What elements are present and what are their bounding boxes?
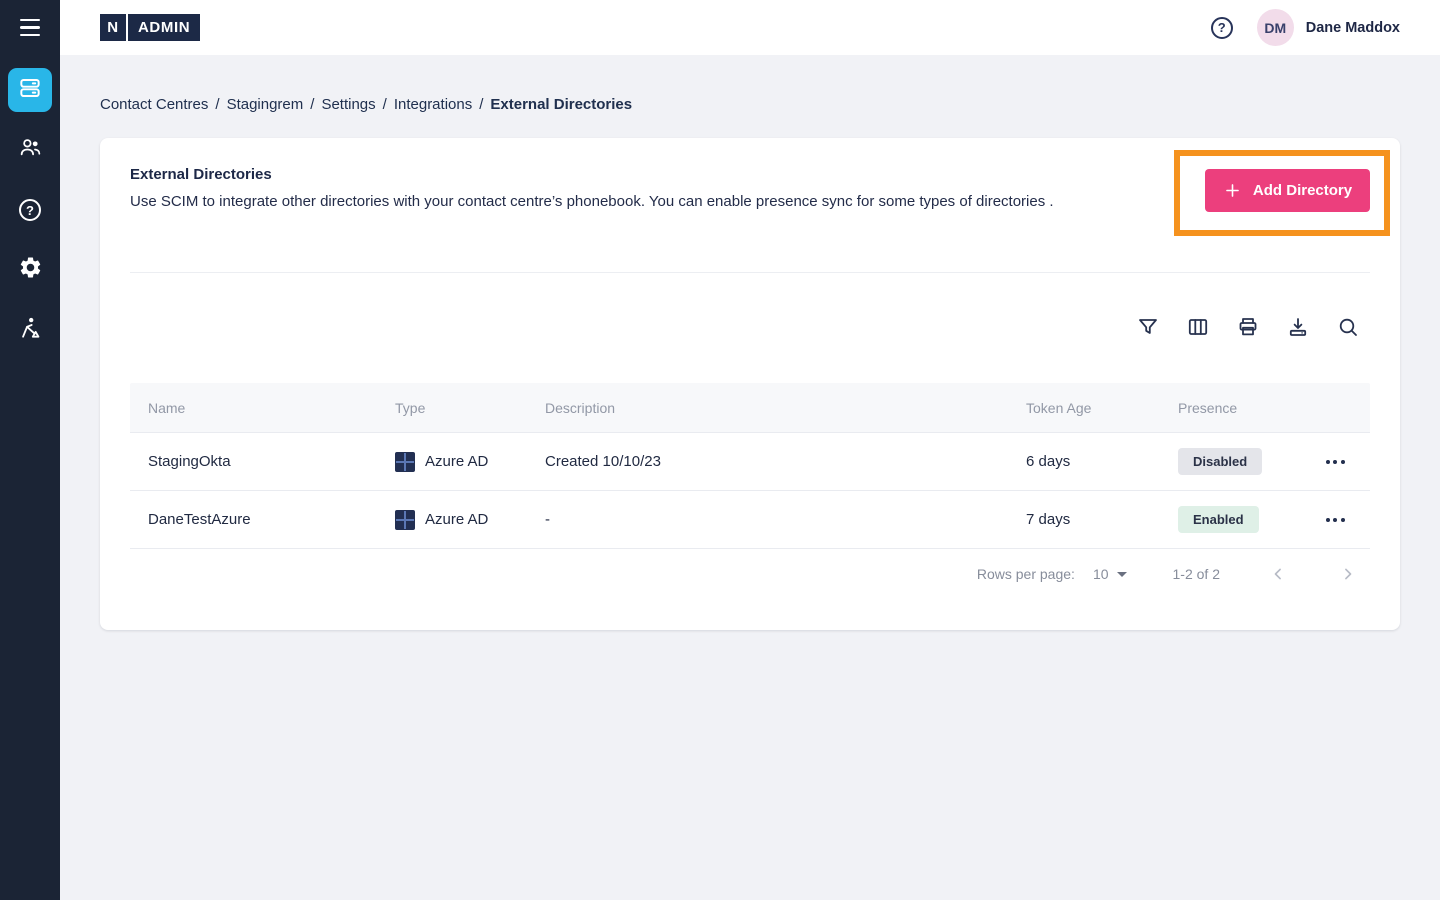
logo-n: N — [100, 14, 128, 41]
column-header-token-age: Token Age — [1026, 400, 1178, 416]
next-page-icon[interactable] — [1336, 562, 1360, 586]
user-name: Dane Maddox — [1306, 20, 1400, 36]
row-actions-icon[interactable] — [1300, 460, 1370, 464]
row-actions-icon[interactable] — [1300, 518, 1370, 522]
breadcrumb-contact-centres[interactable]: Contact Centres — [100, 96, 208, 113]
breadcrumb: Contact Centres / Stagingrem / Settings … — [100, 96, 632, 113]
cell-type: Azure AD — [425, 511, 488, 528]
presence-badge: Disabled — [1178, 448, 1262, 475]
roadworks-icon — [17, 315, 43, 346]
search-icon[interactable] — [1336, 315, 1360, 339]
topbar: N ADMIN ? DM Dane Maddox — [60, 0, 1440, 55]
print-icon[interactable] — [1236, 315, 1260, 339]
cell-name: DaneTestAzure — [148, 511, 395, 528]
filter-icon[interactable] — [1136, 315, 1160, 339]
breadcrumb-current: External Directories — [490, 96, 632, 113]
download-icon[interactable] — [1286, 315, 1310, 339]
settings-gear-icon — [18, 255, 43, 285]
breadcrumb-separator: / — [383, 96, 387, 113]
page-title: External Directories — [130, 166, 272, 183]
rows-per-page-value: 10 — [1093, 566, 1109, 582]
divider — [130, 272, 1370, 273]
sidebar-item-roadworks[interactable] — [8, 308, 52, 352]
users-icon — [18, 135, 43, 165]
cell-name: StagingOkta — [148, 453, 395, 470]
add-directory-button[interactable]: Add Directory — [1205, 169, 1370, 212]
columns-icon[interactable] — [1186, 315, 1210, 339]
table-header-row: Name Type Description Token Age Presence — [130, 383, 1370, 433]
cell-description: Created 10/10/23 — [545, 453, 1026, 470]
column-header-name: Name — [148, 400, 395, 416]
plus-icon — [1223, 181, 1242, 200]
directories-table: Name Type Description Token Age Presence… — [130, 383, 1370, 549]
avatar: DM — [1257, 9, 1294, 46]
table-toolbar — [1136, 315, 1360, 339]
table-row[interactable]: DaneTestAzure Azure AD - 7 days Enabled — [130, 491, 1370, 549]
chevron-down-icon — [1117, 572, 1127, 577]
cell-description: - — [545, 511, 1026, 528]
column-header-presence: Presence — [1178, 400, 1300, 416]
breadcrumb-integrations[interactable]: Integrations — [394, 96, 472, 113]
help-icon[interactable]: ? — [1211, 17, 1233, 39]
user-menu[interactable]: DM Dane Maddox — [1257, 9, 1400, 46]
column-header-description: Description — [545, 400, 1026, 416]
servers-icon — [17, 75, 43, 106]
breadcrumb-settings[interactable]: Settings — [321, 96, 375, 113]
sidebar-item-settings[interactable] — [8, 248, 52, 292]
sidebar-item-contact-centres[interactable] — [8, 68, 52, 112]
external-directories-card: External Directories Use SCIM to integra… — [100, 138, 1400, 630]
pagination-range: 1-2 of 2 — [1173, 566, 1220, 582]
cell-token-age: 6 days — [1026, 453, 1178, 470]
azure-ad-icon — [395, 452, 415, 472]
breadcrumb-separator: / — [310, 96, 314, 113]
cell-type: Azure AD — [425, 453, 488, 470]
cell-token-age: 7 days — [1026, 511, 1178, 528]
rows-per-page-select[interactable]: 10 — [1093, 566, 1127, 582]
add-directory-label: Add Directory — [1253, 182, 1352, 199]
sidebar-item-help[interactable]: ? — [8, 188, 52, 232]
sidebar-item-users[interactable] — [8, 128, 52, 172]
logo-admin: ADMIN — [128, 14, 200, 41]
page-description: Use SCIM to integrate other directories … — [130, 193, 1054, 210]
breadcrumb-separator: / — [479, 96, 483, 113]
breadcrumb-separator: / — [215, 96, 219, 113]
app-logo: N ADMIN — [100, 14, 200, 41]
rows-per-page-label: Rows per page: — [977, 566, 1075, 582]
presence-badge: Enabled — [1178, 506, 1259, 533]
menu-icon[interactable] — [20, 19, 40, 36]
breadcrumb-stagingrem[interactable]: Stagingrem — [227, 96, 304, 113]
table-row[interactable]: StagingOkta Azure AD Created 10/10/23 6 … — [130, 433, 1370, 491]
column-header-type: Type — [395, 400, 545, 416]
pagination: Rows per page: 10 1-2 of 2 — [977, 556, 1360, 592]
previous-page-icon[interactable] — [1266, 562, 1290, 586]
help-icon: ? — [19, 199, 41, 221]
sidebar: ? — [0, 0, 60, 900]
azure-ad-icon — [395, 510, 415, 530]
